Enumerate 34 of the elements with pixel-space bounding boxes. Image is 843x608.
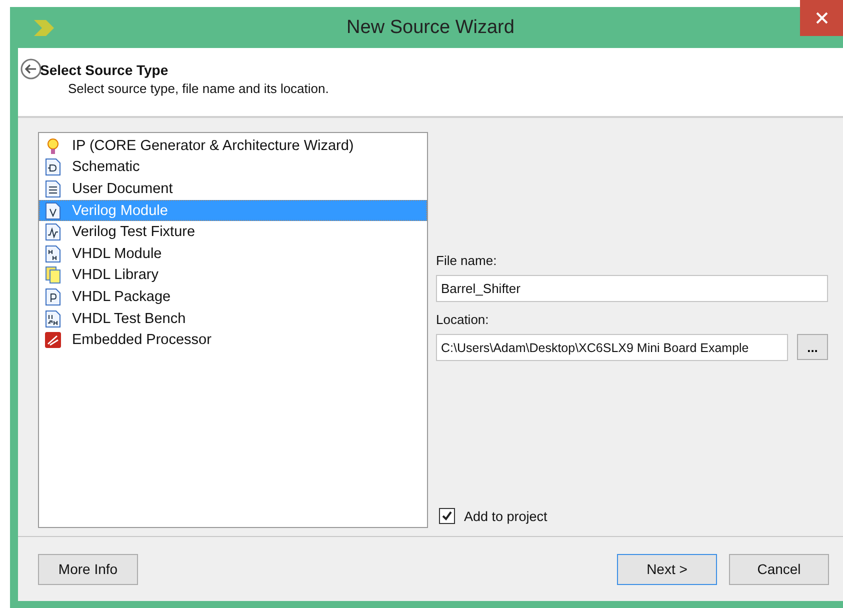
document-icon [44, 180, 62, 198]
file-name-field[interactable]: Barrel_Shifter [436, 275, 828, 302]
more-info-button[interactable]: More Info [38, 554, 138, 584]
close-button[interactable] [800, 0, 843, 36]
location-field[interactable]: C:\Users\Adam\Desktop\XC6SLX9 Mini Board Example [436, 334, 788, 361]
source-type-item[interactable]: VHDL Library [39, 264, 427, 286]
source-type-item[interactable]: User Document [39, 178, 427, 200]
logo-icon [32, 18, 56, 38]
source-type-item[interactable]: VHDL Test Bench [39, 308, 427, 330]
file-name-label: File name: [436, 253, 498, 268]
source-type-item[interactable]: Schematic [39, 156, 427, 178]
source-type-item[interactable]: Verilog Test Fixture [39, 221, 427, 243]
document-icon [44, 310, 62, 328]
checkbox[interactable] [439, 508, 455, 524]
source-type-item[interactable]: Embedded Processor [39, 329, 427, 351]
source-type-item[interactable]: IP (CORE Generator & Architecture Wizard) [39, 135, 427, 157]
location-label: Location: [436, 312, 490, 327]
processor-logo-icon [44, 331, 62, 350]
window-title: New Source Wizard [346, 16, 516, 38]
close-icon [816, 12, 828, 24]
source-type-item[interactable]: VHDL Module [39, 242, 427, 265]
document-icon [44, 244, 62, 263]
document-icon [44, 202, 62, 220]
document-icon [44, 288, 62, 306]
page-subtitle: Select source type, file name and its location. [68, 81, 329, 96]
add-to-project-label: Add to project [464, 508, 548, 524]
files-icon [44, 266, 62, 284]
next-button[interactable]: Next > [617, 554, 717, 584]
document-icon [44, 223, 62, 242]
browse-button[interactable]: ... [797, 334, 828, 360]
document-icon [44, 158, 62, 176]
source-type-item[interactable]: VHDL Package [39, 286, 427, 308]
cancel-button[interactable]: Cancel [729, 554, 829, 584]
page-title: Select Source Type [40, 62, 170, 78]
